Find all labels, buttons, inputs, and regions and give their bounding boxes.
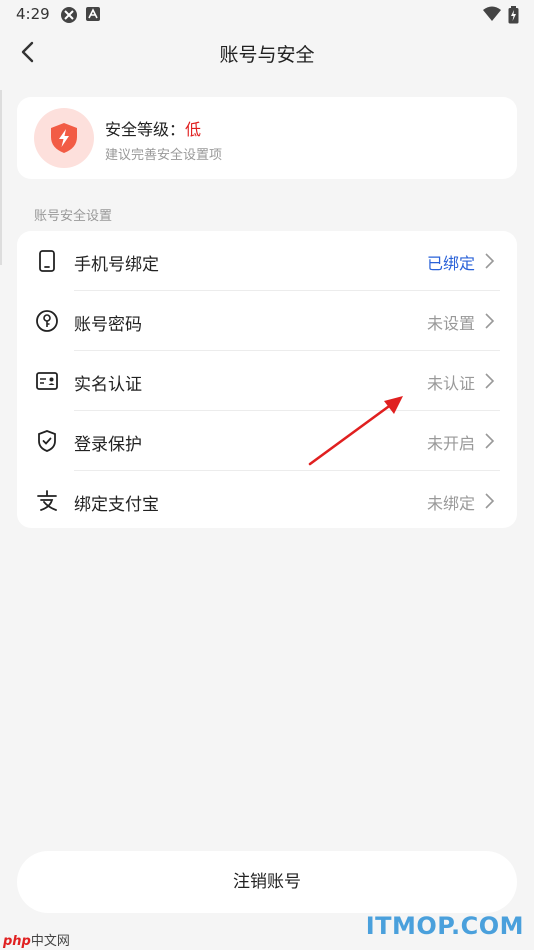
list-item-status: 未开启 bbox=[426, 434, 475, 453]
list-item-label: 账号密码 bbox=[74, 315, 142, 335]
page-title: 账号与安全 bbox=[219, 44, 315, 66]
cancel-account-button[interactable]: 注销账号 bbox=[17, 851, 517, 913]
section-label: 账号安全设置 bbox=[34, 209, 113, 224]
list-item-status: 未设置 bbox=[426, 314, 475, 333]
security-level-card: 安全等级：低 建议完善安全设置项 bbox=[17, 97, 517, 179]
chevron-right-icon bbox=[485, 313, 495, 329]
list-item-label: 手机号绑定 bbox=[74, 255, 159, 275]
php-watermark: php中文网 bbox=[3, 930, 70, 949]
list-item-status: 已绑定 bbox=[426, 254, 475, 273]
nav-bar: 账号与安全 bbox=[0, 30, 534, 74]
id-card-icon bbox=[36, 372, 58, 390]
php-watermark-brand: php bbox=[3, 934, 31, 949]
php-watermark-text: 中文网 bbox=[30, 934, 70, 949]
list-item-label: 登录保护 bbox=[74, 435, 142, 455]
wifi-icon bbox=[483, 6, 501, 26]
list-item-account-password[interactable]: 账号密码 未设置 bbox=[17, 291, 517, 351]
vpn-icon bbox=[60, 6, 78, 28]
chevron-right-icon bbox=[485, 373, 495, 389]
security-level-subtitle: 建议完善安全设置项 bbox=[105, 148, 223, 163]
itmop-watermark: ITMOP.COM bbox=[365, 912, 524, 940]
phone-icon bbox=[39, 250, 55, 272]
chevron-right-icon bbox=[485, 433, 495, 449]
security-level-prefix: 安全等级： bbox=[105, 120, 186, 139]
list-item-phone-binding[interactable]: 手机号绑定 已绑定 bbox=[17, 231, 517, 291]
list-item-bind-alipay[interactable]: 绑定支付宝 未绑定 bbox=[17, 471, 517, 531]
battery-charging-icon bbox=[508, 6, 519, 28]
list-item-label: 实名认证 bbox=[74, 375, 142, 395]
notification-a-icon bbox=[85, 6, 101, 26]
chevron-right-icon bbox=[485, 253, 495, 269]
list-item-label: 绑定支付宝 bbox=[74, 495, 159, 515]
security-level-value: 低 bbox=[185, 120, 202, 139]
shield-check-icon bbox=[38, 430, 56, 452]
key-icon bbox=[36, 310, 58, 332]
annotation-arrow-icon bbox=[308, 396, 403, 466]
list-item-real-name-auth[interactable]: 实名认证 未认证 bbox=[17, 351, 517, 411]
alipay-icon bbox=[37, 490, 57, 511]
status-bar: 4:29 bbox=[0, 0, 534, 30]
list-item-status: 未绑定 bbox=[426, 494, 475, 513]
security-settings-list: 手机号绑定 已绑定 账号密码 未设置 实名认证 未认证 登录保护 未开启 绑定支… bbox=[17, 231, 517, 528]
security-level-title: 安全等级：低 bbox=[105, 116, 201, 140]
chevron-right-icon bbox=[485, 493, 495, 509]
list-item-login-protection[interactable]: 登录保护 未开启 bbox=[17, 411, 517, 471]
edge-divider bbox=[0, 90, 2, 265]
security-badge bbox=[34, 108, 94, 168]
shield-bolt-icon bbox=[51, 123, 77, 153]
list-item-status: 未认证 bbox=[426, 374, 475, 393]
status-time: 4:29 bbox=[16, 5, 50, 23]
